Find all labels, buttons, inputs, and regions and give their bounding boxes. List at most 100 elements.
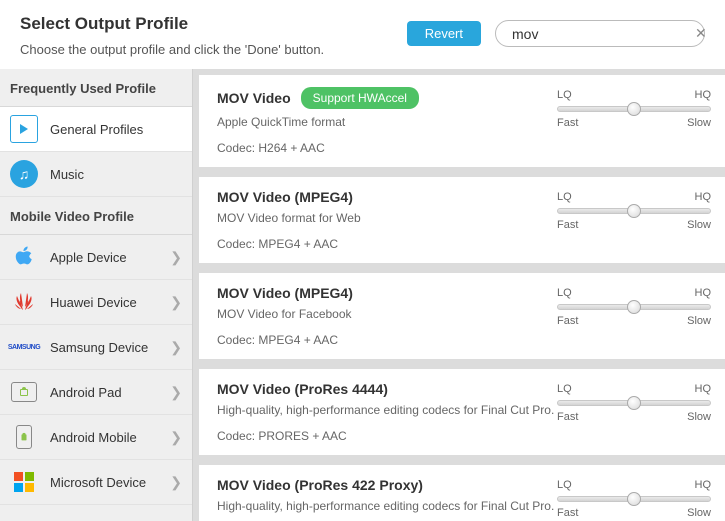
quality-slider[interactable] [557, 208, 711, 214]
lq-label: LQ [557, 89, 572, 101]
sidebar-item-label: Android Mobile [50, 430, 158, 445]
sidebar-item-label: Android Pad [50, 385, 158, 400]
quality-slider[interactable] [557, 400, 711, 406]
quality-slider[interactable] [557, 106, 711, 112]
chevron-right-icon: ❯ [170, 294, 182, 311]
slider-thumb[interactable] [627, 204, 641, 218]
slow-label: Slow [687, 117, 711, 129]
profile-name: MOV Video (ProRes 4444) [217, 381, 388, 397]
profile-card[interactable]: MOV Video Support HWAccel Apple QuickTim… [199, 75, 725, 167]
profile-card[interactable]: MOV Video (MPEG4) MOV Video for Facebook… [199, 273, 725, 359]
sidebar-item-android-pad[interactable]: Android Pad ❯ [0, 370, 192, 415]
slow-label: Slow [687, 219, 711, 231]
profile-info: MOV Video (ProRes 4444) High-quality, hi… [217, 381, 557, 443]
page-title: Select Output Profile [20, 14, 324, 34]
sidebar-item-samsung-device[interactable]: SAMSUNG Samsung Device ❯ [0, 325, 192, 370]
hq-label: HQ [695, 383, 712, 395]
chevron-right-icon: ❯ [170, 474, 182, 491]
chevron-right-icon: ❯ [170, 384, 182, 401]
sidebar-section-frequently-used: Frequently Used Profile [0, 69, 192, 107]
profile-card[interactable]: MOV Video (ProRes 422 Proxy) High-qualit… [199, 465, 725, 521]
profile-description: MOV Video for Facebook [217, 307, 557, 321]
profile-sliders: LQ HQ Fast Slow [557, 477, 725, 521]
sidebar-item-general-profiles[interactable]: General Profiles [0, 107, 192, 152]
header-left: Select Output Profile Choose the output … [20, 14, 324, 57]
sidebar-section-mobile-video: Mobile Video Profile [0, 197, 192, 235]
slider-thumb[interactable] [627, 396, 641, 410]
lq-label: LQ [557, 383, 572, 395]
sidebar[interactable]: Frequently Used Profile General Profiles… [0, 69, 193, 521]
android-mobile-icon [10, 423, 38, 451]
main: Frequently Used Profile General Profiles… [0, 69, 725, 521]
profile-codec: Codec: MPEG4 + AAC [217, 237, 557, 251]
profile-sliders: LQHQ FastSlow [557, 285, 725, 347]
android-pad-icon [10, 378, 38, 406]
profile-list[interactable]: MOV Video Support HWAccel Apple QuickTim… [193, 69, 725, 521]
profile-sliders: LQHQ FastSlow [557, 87, 725, 155]
slow-label: Slow [687, 507, 711, 519]
sidebar-item-music[interactable]: ♫ Music [0, 152, 192, 197]
header-right: Revert ✕ [407, 20, 705, 47]
profile-codec: Codec: PRORES + AAC [217, 429, 557, 443]
hwaccel-badge: Support HWAccel [301, 87, 419, 109]
fast-label: Fast [557, 219, 578, 231]
header: Select Output Profile Choose the output … [0, 0, 725, 69]
sidebar-item-android-mobile[interactable]: Android Mobile ❯ [0, 415, 192, 460]
profile-name: MOV Video (ProRes 422 Proxy) [217, 477, 423, 493]
profile-info: MOV Video (MPEG4) MOV Video for Facebook… [217, 285, 557, 347]
profile-sliders: LQ HQ Fast Slow [557, 381, 725, 443]
sidebar-item-label: General Profiles [50, 122, 182, 137]
profile-card[interactable]: MOV Video (ProRes 4444) High-quality, hi… [199, 369, 725, 455]
profile-codec: Codec: H264 + AAC [217, 141, 557, 155]
profile-card[interactable]: MOV Video (MPEG4) MOV Video format for W… [199, 177, 725, 263]
sidebar-item-label: Microsoft Device [50, 475, 158, 490]
microsoft-logo-icon [10, 468, 38, 496]
revert-button[interactable]: Revert [407, 21, 481, 46]
profile-info: MOV Video (ProRes 422 Proxy) High-qualit… [217, 477, 557, 521]
slow-label: Slow [687, 411, 711, 423]
sidebar-item-apple-device[interactable]: Apple Device ❯ [0, 235, 192, 280]
sidebar-item-huawei-device[interactable]: Huawei Device ❯ [0, 280, 192, 325]
sidebar-item-label: Apple Device [50, 250, 158, 265]
hq-label: HQ [695, 191, 712, 203]
profile-description: MOV Video format for Web [217, 211, 557, 225]
huawei-logo-icon [10, 288, 38, 316]
search-box[interactable]: ✕ [495, 20, 705, 47]
lq-label: LQ [557, 479, 572, 491]
fast-label: Fast [557, 507, 578, 519]
hq-label: HQ [695, 287, 712, 299]
slider-thumb[interactable] [627, 102, 641, 116]
sidebar-item-label: Huawei Device [50, 295, 158, 310]
profile-description: High-quality, high-performance editing c… [217, 403, 557, 417]
hq-label: HQ [695, 479, 712, 491]
lq-label: LQ [557, 191, 572, 203]
profile-description: Apple QuickTime format [217, 115, 557, 129]
profile-info: MOV Video (MPEG4) MOV Video format for W… [217, 189, 557, 251]
fast-label: Fast [557, 315, 578, 327]
music-note-icon: ♫ [10, 160, 38, 188]
quality-slider[interactable] [557, 304, 711, 310]
fast-label: Fast [557, 117, 578, 129]
sidebar-item-label: Music [50, 167, 182, 182]
profile-description: High-quality, high-performance editing c… [217, 499, 557, 513]
search-input[interactable] [512, 26, 693, 42]
slow-label: Slow [687, 315, 711, 327]
sidebar-item-label: Samsung Device [50, 340, 158, 355]
profile-codec: Codec: MPEG4 + AAC [217, 333, 557, 347]
samsung-logo-icon: SAMSUNG [10, 333, 38, 361]
profile-name: MOV Video (MPEG4) [217, 189, 353, 205]
slider-thumb[interactable] [627, 492, 641, 506]
apple-logo-icon [10, 243, 38, 271]
sidebar-item-microsoft-device[interactable]: Microsoft Device ❯ [0, 460, 192, 505]
page-subtitle: Choose the output profile and click the … [20, 42, 324, 57]
slider-thumb[interactable] [627, 300, 641, 314]
profile-sliders: LQ HQ Fast Slow [557, 189, 725, 251]
quality-slider[interactable] [557, 496, 711, 502]
clear-search-button[interactable]: ✕ [693, 25, 709, 42]
profile-name: MOV Video [217, 90, 291, 106]
fast-label: Fast [557, 411, 578, 423]
chevron-right-icon: ❯ [170, 249, 182, 266]
profile-name: MOV Video (MPEG4) [217, 285, 353, 301]
chevron-right-icon: ❯ [170, 429, 182, 446]
chevron-right-icon: ❯ [170, 339, 182, 356]
